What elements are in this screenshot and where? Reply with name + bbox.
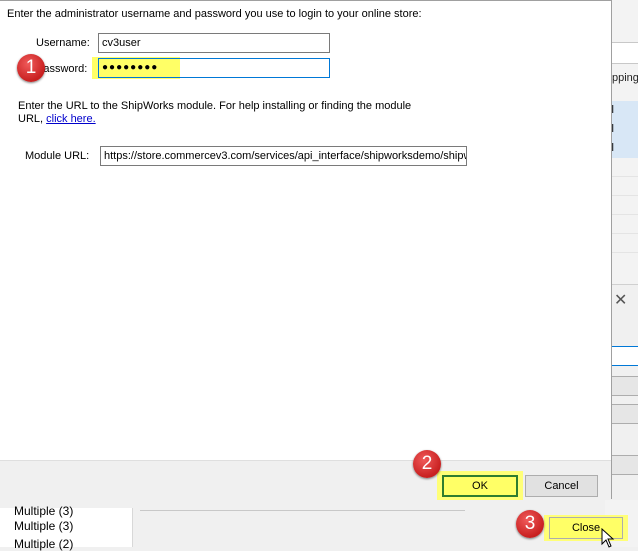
cancel-button[interactable]: Cancel xyxy=(525,475,598,497)
mouse-cursor-icon xyxy=(601,528,615,548)
module-url-label: Module URL: xyxy=(25,150,90,162)
callout-badge-3: 3 xyxy=(516,510,544,538)
username-label: Username: xyxy=(36,37,90,49)
username-input[interactable]: cv3user xyxy=(98,33,330,53)
url-help-text-line2: URL, click here. xyxy=(18,113,96,125)
callout-badge-1: 1 xyxy=(17,54,45,82)
ok-button[interactable]: OK xyxy=(442,475,518,497)
help-link[interactable]: click here. xyxy=(46,113,96,125)
module-url-input[interactable]: https://store.commercev3.com/services/ap… xyxy=(100,146,467,166)
list-item: Multiple (3) xyxy=(14,519,74,533)
background-divider xyxy=(140,510,465,511)
url-prefix: URL, xyxy=(18,113,47,125)
background-button xyxy=(609,404,638,424)
background-column-header: pping xyxy=(612,72,638,84)
callout-badge-2: 2 xyxy=(413,450,441,478)
background-button xyxy=(609,455,638,475)
password-input[interactable]: ●●●●●●●● xyxy=(98,58,330,78)
instructions-text: Enter the administrator username and pas… xyxy=(7,8,422,20)
background-button xyxy=(609,376,638,396)
close-icon: ✕ xyxy=(614,292,628,309)
list-item: Multiple (2) xyxy=(14,537,74,551)
background-field xyxy=(609,346,638,366)
url-help-text: Enter the URL to the ShipWorks module. F… xyxy=(18,100,412,112)
list-item: Multiple (3) xyxy=(14,504,74,518)
background-search-box xyxy=(610,42,638,64)
